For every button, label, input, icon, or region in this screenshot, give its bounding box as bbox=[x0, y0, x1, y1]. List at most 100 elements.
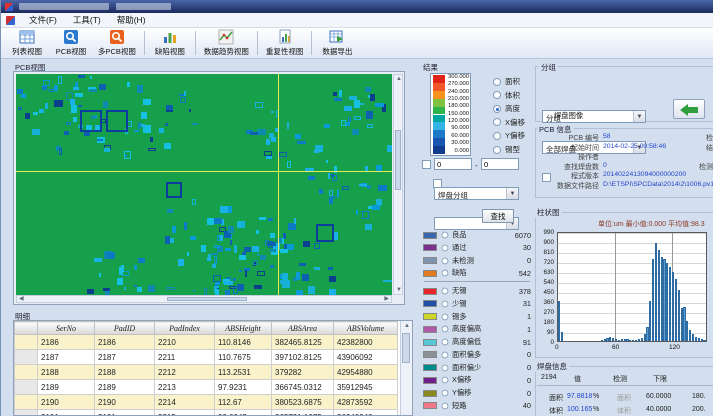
metric-radio-锡型[interactable]: 锡型 bbox=[493, 144, 520, 155]
pcb-horizontal-scrollbar[interactable]: ◀ ▶ bbox=[16, 295, 392, 303]
legend-item-面积偏多[interactable]: 面积偏多0 bbox=[423, 349, 531, 361]
range-checkbox[interactable] bbox=[422, 160, 431, 169]
menu-item-1[interactable]: 工具(T) bbox=[65, 13, 109, 28]
pcb-component bbox=[271, 137, 276, 142]
pcb-component bbox=[220, 235, 223, 241]
legend-item-面积偏少[interactable]: 面积偏少0 bbox=[423, 362, 531, 374]
menu-item-2[interactable]: 帮助(H) bbox=[109, 13, 154, 28]
metric-radio-体积[interactable]: 体积 bbox=[493, 90, 520, 101]
toolbar-button-重复性视图[interactable]: 重复性视图 bbox=[261, 28, 309, 58]
padinfo-lower-limit: 40.0000 bbox=[646, 406, 671, 413]
legend-item-未检测[interactable]: 未检测0 bbox=[423, 255, 531, 267]
table-row[interactable]: 21892189221397.9231366745.031235912945 bbox=[15, 380, 398, 395]
pcb-component bbox=[138, 258, 145, 263]
table-cell: 2214 bbox=[155, 395, 215, 410]
legend-item-Y偏移[interactable]: Y偏移0 bbox=[423, 387, 531, 399]
pcb-component bbox=[73, 87, 79, 90]
green-left-arrow-icon bbox=[680, 104, 688, 116]
padinfo-col-check: 检测 bbox=[613, 374, 627, 384]
column-header-ABSHeight[interactable]: ABSHeight bbox=[215, 322, 272, 335]
legend-item-短路[interactable]: 短路40 bbox=[423, 400, 531, 412]
pcb-component bbox=[58, 76, 62, 84]
table-row[interactable]: 219021902214112.67380523.687542873592 bbox=[15, 395, 398, 410]
pcb-component bbox=[328, 267, 333, 270]
toolbar-button-PCB视图[interactable]: PCB视图 bbox=[49, 28, 93, 58]
pcbinfo-label-4: 程式版本 bbox=[535, 171, 599, 181]
toolbar-button-数据导出[interactable]: 数据导出 bbox=[315, 28, 359, 58]
back-arrow-button[interactable] bbox=[673, 99, 705, 119]
legend-item-通过[interactable]: 通过30 bbox=[423, 242, 531, 254]
pcb-component bbox=[356, 210, 358, 215]
table-row[interactable]: 21912191221599.0945365721.187536240948 bbox=[15, 410, 398, 416]
histogram-bar bbox=[641, 338, 643, 341]
legend-item-高度偏高[interactable]: 高度偏高1 bbox=[423, 323, 531, 335]
pcb-component bbox=[256, 230, 259, 234]
column-header-ABSArea[interactable]: ABSArea bbox=[272, 322, 334, 335]
padinfo-label-体积: 体积 bbox=[541, 406, 563, 416]
pcb-component bbox=[329, 276, 336, 282]
pcbinfo-label-3: 查找焊盘数 bbox=[535, 162, 599, 172]
pcb-component bbox=[362, 211, 369, 219]
range-to-input[interactable] bbox=[481, 158, 519, 170]
detail-vertical-scrollbar[interactable]: ▲ bbox=[400, 321, 412, 416]
legend-item-锡多[interactable]: 锡多1 bbox=[423, 311, 531, 323]
radio-icon bbox=[442, 390, 449, 397]
pcb-component bbox=[378, 185, 387, 191]
legend-color-swatch bbox=[423, 339, 437, 346]
pcb-component bbox=[45, 103, 48, 109]
table-cell: 2189 bbox=[38, 380, 95, 395]
pcb-component bbox=[143, 99, 151, 105]
radio-icon bbox=[493, 146, 501, 154]
histogram-y-label: 900 bbox=[532, 239, 554, 246]
pcb-component bbox=[239, 270, 242, 272]
toolbar-button-label: 重复性视图 bbox=[266, 46, 304, 57]
group-filter-select[interactable]: 焊盘分组 ▼ bbox=[434, 187, 519, 200]
metric-radio-X偏移[interactable]: X偏移 bbox=[493, 117, 525, 128]
multi-pcb-view-icon bbox=[109, 29, 125, 45]
legend-item-高度偏低[interactable]: 高度偏低91 bbox=[423, 336, 531, 348]
histogram-bar bbox=[612, 338, 614, 341]
pcb-component bbox=[228, 226, 234, 233]
pcb-component bbox=[244, 247, 251, 252]
column-header-SerNo[interactable]: SerNo bbox=[38, 322, 95, 335]
table-cell: 2215 bbox=[155, 410, 215, 416]
table-cell: 36240948 bbox=[334, 410, 398, 416]
column-header-PadID[interactable]: PadID bbox=[95, 322, 155, 335]
find-button[interactable]: 查找 bbox=[482, 209, 514, 223]
color-scale-value: 180.000 bbox=[446, 103, 469, 109]
toolbar-button-多PCB视图[interactable]: 多PCB视图 bbox=[93, 28, 141, 58]
detail-table-frame: SerNoPadIDPadIndexABSHeightABSAreaABSVol… bbox=[13, 320, 413, 416]
histogram-gridline bbox=[558, 253, 706, 254]
pcb-board-image[interactable] bbox=[16, 74, 392, 295]
pcb-vertical-scrollbar[interactable]: ▲ ▼ bbox=[393, 74, 403, 295]
pcbinfo-value-3: 0 bbox=[603, 162, 607, 169]
column-header-PadIndex[interactable]: PadIndex bbox=[155, 322, 215, 335]
legend-item-缺陷[interactable]: 缺陷542 bbox=[423, 267, 531, 279]
metric-radio-面积[interactable]: 面积 bbox=[493, 76, 520, 87]
column-header-ABSVolume[interactable]: ABSVolume bbox=[334, 322, 398, 335]
radio-icon bbox=[442, 402, 449, 409]
chevron-down-icon: ▼ bbox=[633, 111, 645, 122]
pcb-component bbox=[73, 117, 77, 122]
metric-radio-高度[interactable]: 高度 bbox=[493, 103, 520, 114]
legend-item-无锡[interactable]: 无锡378 bbox=[423, 285, 531, 297]
legend-item-良品[interactable]: 良品6070 bbox=[423, 229, 531, 241]
toolbar-button-缺陷视图[interactable]: 缺陷视图 bbox=[148, 28, 192, 58]
range-from-input[interactable] bbox=[434, 158, 472, 170]
legend-item-X偏移[interactable]: X偏移0 bbox=[423, 374, 531, 386]
toolbar-separator bbox=[311, 31, 312, 55]
pcb-component bbox=[125, 154, 127, 157]
table-row[interactable]: 218721872211110.7675397102.812543906092 bbox=[15, 350, 398, 365]
table-row[interactable]: 218821882212113.253137928242954880 bbox=[15, 365, 398, 380]
legend-item-少锡[interactable]: 少锡31 bbox=[423, 298, 531, 310]
toolbar-button-数据趋势视图[interactable]: 数据趋势视图 bbox=[199, 28, 254, 58]
menu-item-0[interactable]: 文件(F) bbox=[21, 13, 65, 28]
pcb-component bbox=[49, 89, 54, 92]
toolbar-button-列表视图[interactable]: 列表视图 bbox=[5, 28, 49, 58]
title-bar[interactable] bbox=[1, 0, 713, 13]
pcb-component bbox=[187, 252, 189, 256]
color-scale-band bbox=[433, 130, 445, 138]
table-row[interactable]: 218621862210110.8146382465.812542382800 bbox=[15, 335, 398, 350]
metric-radio-Y偏移[interactable]: Y偏移 bbox=[493, 130, 525, 141]
table-cell: 365721.1875 bbox=[272, 410, 334, 416]
